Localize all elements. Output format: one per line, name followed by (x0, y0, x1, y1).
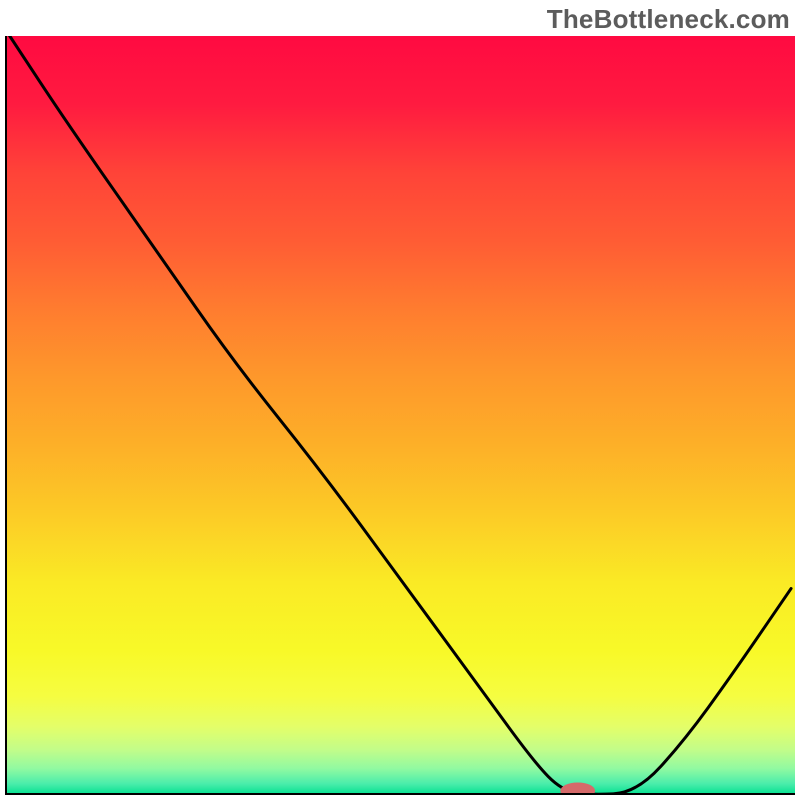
gradient-background (5, 36, 795, 795)
plot-area (5, 36, 795, 795)
watermark-text: TheBottleneck.com (547, 4, 790, 35)
plot-svg (5, 36, 795, 795)
chart-stage: TheBottleneck.com (0, 0, 800, 800)
